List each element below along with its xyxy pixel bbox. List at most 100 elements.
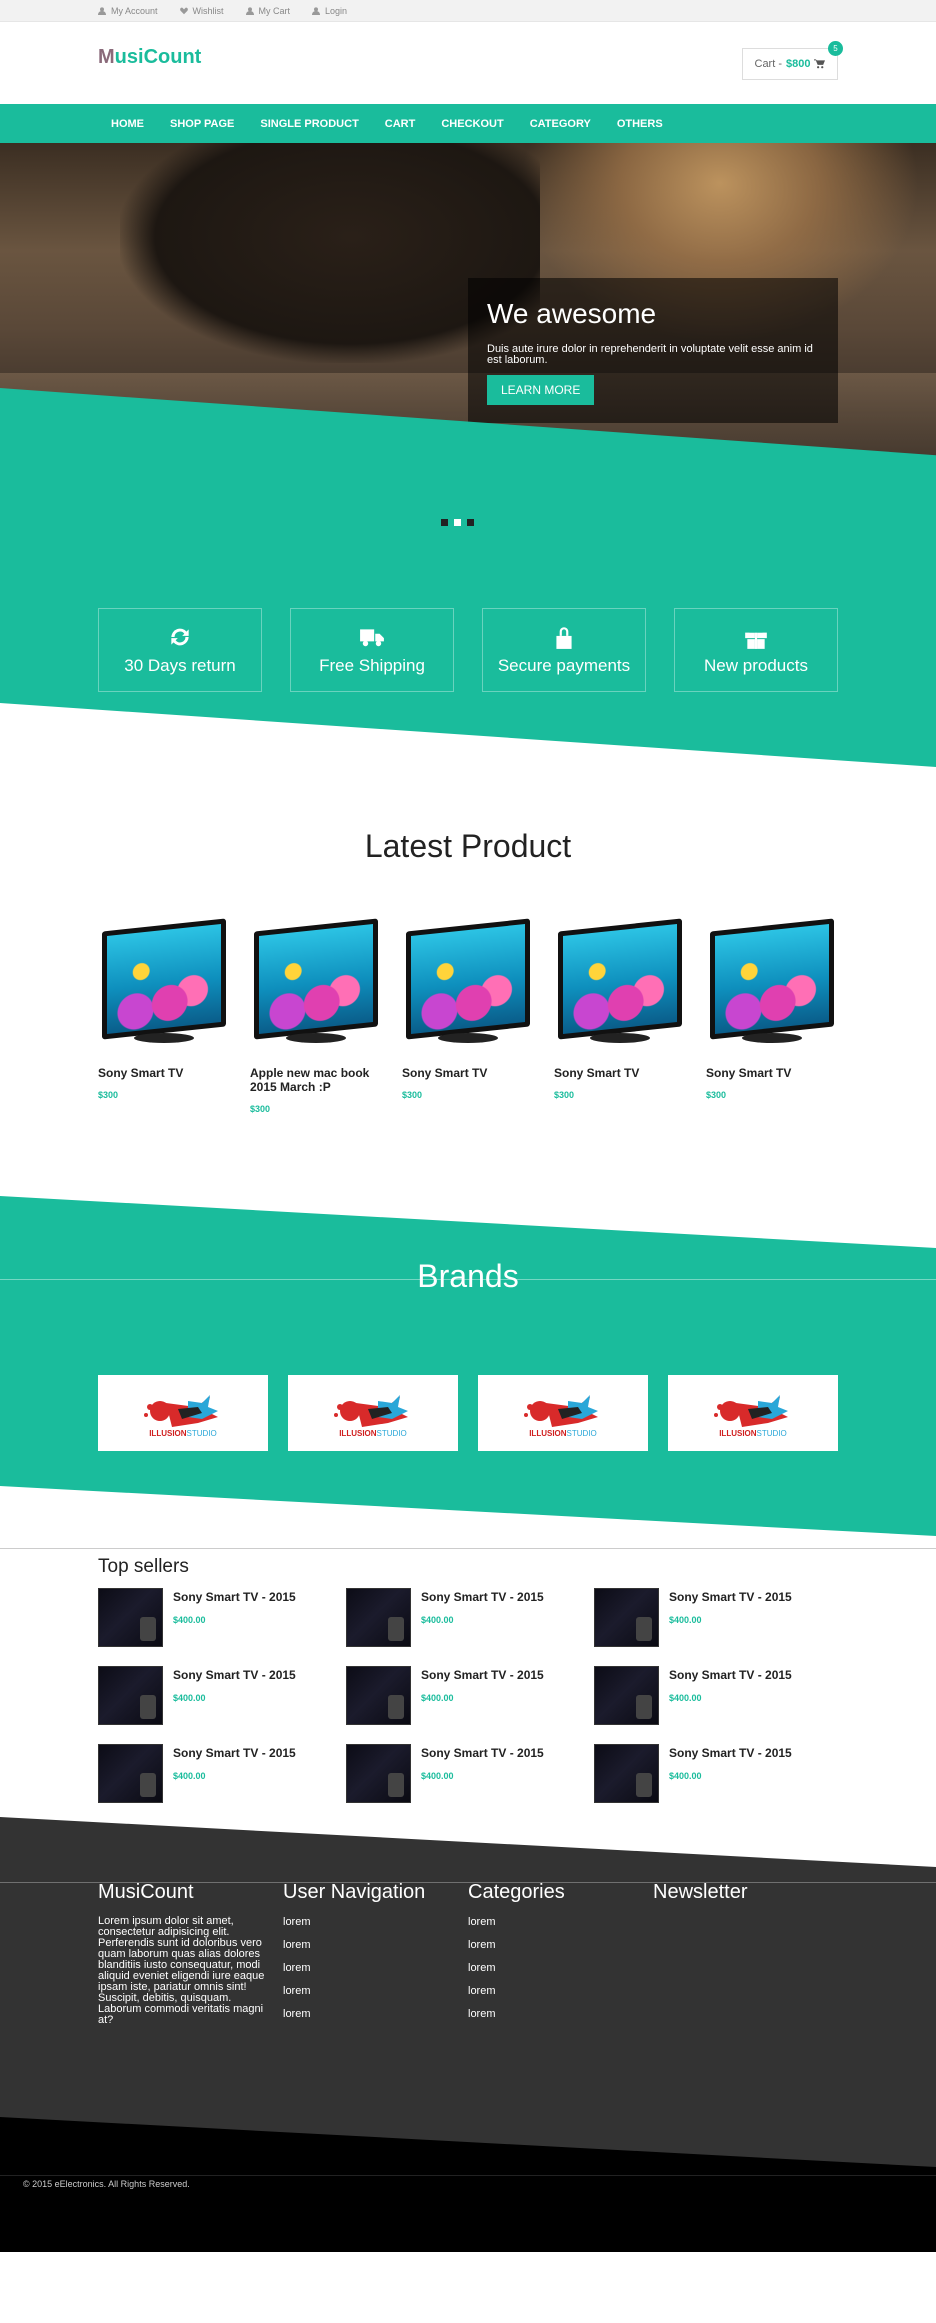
refresh-icon — [171, 628, 189, 646]
product-image[interactable] — [554, 918, 686, 1050]
feature-payments: Secure payments — [482, 608, 646, 692]
slider-dot-active[interactable] — [454, 519, 461, 526]
brand-logo[interactable]: ILLUSIONSTUDIO — [288, 1375, 458, 1451]
footer-nav-link[interactable]: lorem — [283, 1962, 468, 1974]
seller-item[interactable]: Sony Smart TV - 2015 $400.00 — [594, 1744, 842, 1803]
cart-button[interactable]: Cart - $800 5 — [742, 41, 843, 80]
cart-count-badge: 5 — [828, 41, 843, 56]
top-bar: My Account Wishlist My Cart Login — [0, 0, 936, 22]
product-name[interactable]: Apple new mac book 2015 March :P — [250, 1066, 382, 1094]
gift-icon — [745, 629, 767, 649]
product-image[interactable] — [250, 918, 382, 1050]
seller-price: $400.00 — [421, 1693, 454, 1703]
seller-image[interactable] — [98, 1744, 163, 1803]
nav-cart[interactable]: CART — [372, 118, 429, 130]
nav-single-product[interactable]: SINGLE PRODUCT — [247, 118, 371, 130]
slider-dot[interactable] — [467, 519, 474, 526]
main-nav: HOME SHOP PAGE SINGLE PRODUCT CART CHECK… — [0, 104, 936, 143]
shopping-cart-icon — [814, 59, 826, 69]
nav-category[interactable]: CATEGORY — [517, 118, 604, 130]
my-cart-link[interactable]: My Cart — [245, 6, 290, 16]
site-logo[interactable]: MusiCount — [98, 46, 201, 69]
product-card[interactable]: Sony Smart TV $300 — [706, 918, 838, 1114]
footer-category-link[interactable]: lorem — [468, 1939, 653, 1951]
seller-name[interactable]: Sony Smart TV - 2015 — [421, 1668, 544, 1682]
seller-name[interactable]: Sony Smart TV - 2015 — [173, 1668, 296, 1682]
product-name[interactable]: Sony Smart TV — [98, 1066, 230, 1080]
seller-image[interactable] — [346, 1588, 411, 1647]
product-card[interactable]: Sony Smart TV $300 — [402, 918, 534, 1114]
my-account-link[interactable]: My Account — [98, 6, 158, 16]
footer-nav-link[interactable]: lorem — [283, 2008, 468, 2020]
user-icon — [98, 7, 106, 15]
nav-shop-page[interactable]: SHOP PAGE — [157, 118, 247, 130]
footer-category-link[interactable]: lorem — [468, 2008, 653, 2020]
seller-name[interactable]: Sony Smart TV - 2015 — [669, 1746, 792, 1760]
rabbit-splash-icon — [334, 1394, 408, 1427]
seller-name[interactable]: Sony Smart TV - 2015 — [669, 1668, 792, 1682]
learn-more-button[interactable]: LEARN MORE — [487, 375, 595, 405]
seller-image[interactable] — [594, 1744, 659, 1803]
seller-item[interactable]: Sony Smart TV - 2015 $400.00 — [346, 1666, 594, 1725]
seller-item[interactable]: Sony Smart TV - 2015 $400.00 — [98, 1666, 346, 1725]
seller-name[interactable]: Sony Smart TV - 2015 — [421, 1746, 544, 1760]
product-card[interactable]: Sony Smart TV $300 — [554, 918, 686, 1114]
seller-price: $400.00 — [669, 1771, 702, 1781]
slider-dots — [441, 519, 474, 526]
seller-name[interactable]: Sony Smart TV - 2015 — [669, 1590, 792, 1604]
seller-item[interactable]: Sony Smart TV - 2015 $400.00 — [594, 1588, 842, 1647]
footer-category-link[interactable]: lorem — [468, 1985, 653, 1997]
nav-home[interactable]: HOME — [98, 118, 157, 130]
product-card[interactable]: Apple new mac book 2015 March :P $300 — [250, 918, 382, 1114]
product-image[interactable] — [98, 918, 230, 1050]
product-card[interactable]: Sony Smart TV $300 — [98, 918, 230, 1114]
slider-dot[interactable] — [441, 519, 448, 526]
product-name[interactable]: Sony Smart TV — [554, 1066, 686, 1080]
footer-category-link[interactable]: lorem — [468, 1962, 653, 1974]
product-name[interactable]: Sony Smart TV — [402, 1066, 534, 1080]
product-name[interactable]: Sony Smart TV — [706, 1066, 838, 1080]
brand-logo[interactable]: ILLUSIONSTUDIO — [478, 1375, 648, 1451]
brand-name: ILLUSIONSTUDIO — [339, 1428, 407, 1438]
footer-user-navigation: User Navigation lorem lorem lorem lorem … — [283, 1881, 468, 2031]
nav-checkout[interactable]: CHECKOUT — [428, 118, 516, 130]
wishlist-link[interactable]: Wishlist — [179, 6, 224, 16]
lock-icon — [556, 627, 572, 649]
product-image[interactable] — [706, 918, 838, 1050]
seller-name[interactable]: Sony Smart TV - 2015 — [173, 1590, 296, 1604]
brand-logo[interactable]: ILLUSIONSTUDIO — [98, 1375, 268, 1451]
seller-price: $400.00 — [669, 1615, 702, 1625]
feature-label: Secure payments — [497, 656, 631, 675]
seller-item[interactable]: Sony Smart TV - 2015 $400.00 — [594, 1666, 842, 1725]
footer-nav-link[interactable]: lorem — [283, 1916, 468, 1928]
product-price: $300 — [554, 1090, 575, 1100]
seller-image[interactable] — [98, 1666, 163, 1725]
seller-image[interactable] — [98, 1588, 163, 1647]
seller-price: $400.00 — [173, 1771, 206, 1781]
footer-nav-link[interactable]: lorem — [283, 1939, 468, 1951]
footer-about: MusiCount Lorem ipsum dolor sit amet, co… — [98, 1881, 283, 2031]
rabbit-splash-icon — [714, 1394, 788, 1427]
seller-item[interactable]: Sony Smart TV - 2015 $400.00 — [346, 1588, 594, 1647]
seller-name[interactable]: Sony Smart TV - 2015 — [173, 1746, 296, 1760]
product-price: $300 — [250, 1104, 271, 1114]
site-footer: MusiCount Lorem ipsum dolor sit amet, co… — [0, 1867, 936, 2167]
feature-new-products: New products — [674, 608, 838, 692]
seller-item[interactable]: Sony Smart TV - 2015 $400.00 — [346, 1744, 594, 1803]
brand-logo[interactable]: ILLUSIONSTUDIO — [668, 1375, 838, 1451]
seller-image[interactable] — [594, 1588, 659, 1647]
seller-item[interactable]: Sony Smart TV - 2015 $400.00 — [98, 1744, 346, 1803]
seller-image[interactable] — [594, 1666, 659, 1725]
login-link[interactable]: Login — [312, 6, 347, 16]
seller-image[interactable] — [346, 1744, 411, 1803]
user-icon — [312, 7, 321, 15]
seller-item[interactable]: Sony Smart TV - 2015 $400.00 — [98, 1588, 346, 1647]
seller-price: $400.00 — [173, 1615, 206, 1625]
footer-category-link[interactable]: lorem — [468, 1916, 653, 1928]
seller-image[interactable] — [346, 1666, 411, 1725]
product-image[interactable] — [402, 918, 534, 1050]
nav-others[interactable]: OTHERS — [604, 118, 676, 130]
seller-name[interactable]: Sony Smart TV - 2015 — [421, 1590, 544, 1604]
footer-nav-link[interactable]: lorem — [283, 1985, 468, 1997]
footer-categories: Categories lorem lorem lorem lorem lorem — [468, 1881, 653, 2031]
